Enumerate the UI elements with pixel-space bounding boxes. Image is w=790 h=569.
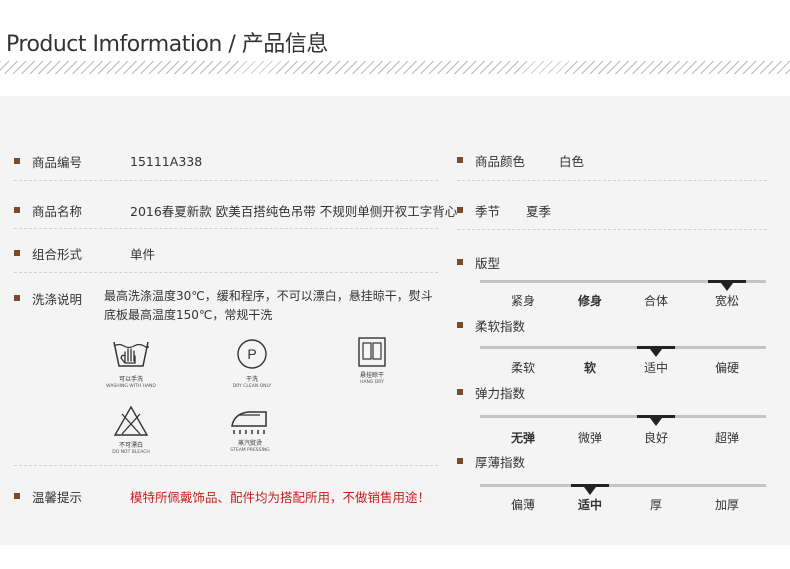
dry-clean-caption-en: DRY CLEAN ONLY — [232, 384, 272, 389]
scale-option-label: 超弹 — [714, 431, 739, 445]
scale-option-label: 修身 — [577, 294, 602, 308]
scale-option-label: 偏薄 — [510, 498, 535, 512]
scale-title-row: 柔软指数 — [457, 315, 525, 335]
product-code-value: 15111A338 — [130, 153, 203, 169]
scale-track — [480, 415, 766, 418]
hand-wash-icon: 可以手洗 WASHING WITH HAND — [103, 336, 159, 390]
combination-value: 单件 — [130, 246, 156, 262]
hang-dry-caption: 悬挂晾干 — [359, 372, 384, 379]
scale-option-label: 加厚 — [714, 498, 739, 512]
color-value: 白色 — [559, 153, 585, 169]
scale-pointer-icon — [721, 283, 733, 291]
row-divider — [457, 229, 767, 230]
scale-option-label: 适中 — [577, 498, 602, 512]
bullet-icon — [14, 295, 20, 301]
product-name-row: 商品名称 2016春夏新款 欧美百搭纯色吊带 不规则单侧开衩工字背心 — [14, 200, 457, 220]
steam-iron-caption: 蒸汽熨烫 — [237, 440, 262, 447]
no-bleach-caption: 不可漂白 — [118, 442, 143, 449]
scale-title-row: 版型 — [457, 252, 500, 272]
product-code-row: 商品编号 15111A338 — [14, 151, 202, 171]
bullet-icon — [457, 322, 463, 328]
bullet-icon — [14, 207, 20, 213]
steam-iron-icon: 蒸汽熨烫 STEAM PRESSING — [218, 406, 282, 454]
bullet-icon — [457, 458, 463, 464]
no-bleach-caption-en: DO NOT BLEACH — [112, 450, 150, 455]
scale-title: 厚薄指数 — [475, 454, 526, 470]
scale-pointer-icon — [650, 349, 662, 357]
bullet-icon — [457, 389, 463, 395]
page-title: Product Imformation / 产品信息 — [6, 32, 328, 57]
scale-pointer-icon — [650, 418, 662, 426]
dry-clean-caption: 干洗 — [245, 376, 258, 383]
scale-track — [480, 484, 766, 487]
scale-option-label: 合体 — [643, 294, 668, 308]
scale-option-label: 宽松 — [714, 294, 739, 308]
scale-title: 弹力指数 — [475, 385, 526, 401]
bullet-icon — [14, 493, 20, 499]
scale-option-label: 无弹 — [510, 431, 535, 445]
bullet-icon — [457, 207, 463, 213]
header-stripe-divider — [0, 61, 790, 74]
tip-row: 温馨提示 模特所佩戴饰品、配件均为搭配所用，不做销售用途！ — [14, 486, 430, 506]
scale-pointer-icon — [584, 487, 596, 495]
bullet-icon — [457, 157, 463, 163]
hand-wash-caption-en: WASHING WITH HAND — [106, 384, 156, 389]
dry-clean-glyph: P — [247, 346, 256, 362]
scale-option-label: 微弹 — [577, 431, 602, 445]
scale-title-row: 弹力指数 — [457, 382, 525, 402]
season-label: 季节 — [475, 203, 501, 219]
row-divider — [14, 228, 438, 229]
combination-row: 组合形式 单件 — [14, 243, 155, 263]
row-divider — [14, 465, 438, 466]
care-instructions-text: 最高洗涤温度30℃，缓和程序，不可以漂白，悬挂晾干，熨斗底板最高温度150℃，常… — [104, 289, 433, 322]
tip-label: 温馨提示 — [32, 489, 83, 505]
scale-title: 版型 — [475, 255, 501, 271]
scale-track — [480, 346, 766, 349]
steam-iron-caption-en: STEAM PRESSING — [230, 448, 270, 453]
dry-clean-icon: P 干洗 DRY CLEAN ONLY — [224, 336, 280, 390]
product-code-label: 商品编号 — [32, 154, 83, 170]
scale-option-label: 厚 — [649, 498, 662, 512]
no-bleach-icon: 不可漂白 DO NOT BLEACH — [103, 404, 159, 456]
scale-option-label: 适中 — [643, 361, 668, 375]
bullet-icon — [14, 158, 20, 164]
color-label: 商品颜色 — [475, 153, 526, 169]
bullet-icon — [457, 259, 463, 265]
season-row: 季节 夏季 — [457, 200, 551, 220]
row-divider — [457, 180, 767, 181]
row-divider — [14, 272, 438, 273]
scale-option-label: 偏硬 — [714, 361, 739, 375]
tip-value: 模特所佩戴饰品、配件均为搭配所用，不做销售用途！ — [130, 489, 431, 505]
scale-option-label: 柔软 — [510, 361, 535, 375]
combination-label: 组合形式 — [32, 246, 83, 262]
care-label: 洗涤说明 — [32, 291, 83, 307]
scale-title-row: 厚薄指数 — [457, 451, 525, 471]
scale-option-label: 良好 — [643, 431, 668, 445]
bullet-icon — [14, 250, 20, 256]
hang-dry-caption-en: HANG DRY — [360, 380, 384, 385]
hand-wash-caption: 可以手洗 — [118, 376, 143, 383]
product-name-label: 商品名称 — [32, 203, 83, 219]
scale-option-label: 紧身 — [510, 294, 535, 308]
season-value: 夏季 — [526, 203, 552, 219]
product-name-value: 2016春夏新款 欧美百搭纯色吊带 不规则单侧开衩工字背心 — [130, 203, 458, 219]
color-row: 商品颜色 白色 — [457, 150, 584, 170]
scale-title: 柔软指数 — [475, 318, 526, 334]
hang-dry-icon: 悬挂晾干 HANG DRY — [344, 336, 400, 386]
scale-option-label: 软 — [583, 361, 596, 375]
care-row: 洗涤说明 — [14, 288, 108, 308]
row-divider — [14, 180, 438, 181]
